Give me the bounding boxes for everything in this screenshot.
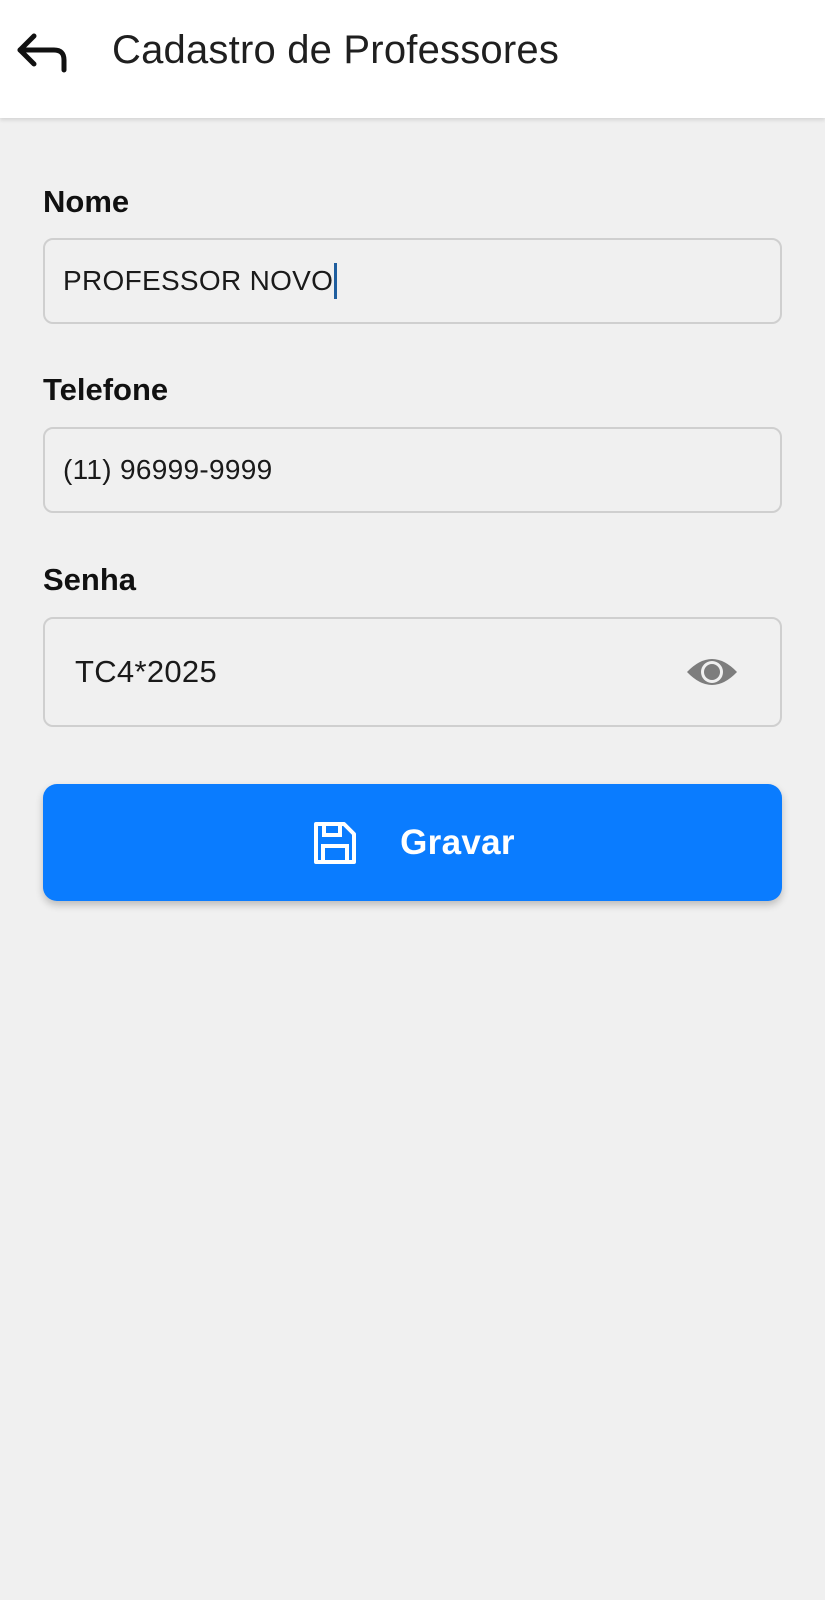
telefone-label: Telefone: [43, 372, 169, 407]
senha-field[interactable]: TC4*2025: [43, 617, 782, 727]
toggle-password-button[interactable]: [684, 652, 740, 692]
floppy-disk-icon: [310, 818, 360, 868]
senha-label: Senha: [43, 562, 137, 597]
save-button-label: Gravar: [400, 822, 515, 862]
telefone-field[interactable]: (11) 96999-9999: [43, 427, 782, 513]
back-button[interactable]: [10, 24, 74, 80]
senha-value: TC4*2025: [75, 654, 217, 689]
nome-value: PROFESSOR NOVO: [63, 265, 334, 296]
app-header: Cadastro de Professores: [0, 0, 825, 118]
nome-label: Nome: [43, 184, 130, 219]
telefone-value: (11) 96999-9999: [63, 454, 273, 485]
text-caret: [334, 263, 338, 299]
back-arrow-icon: [17, 33, 67, 73]
page-title: Cadastro de Professores: [112, 28, 560, 72]
nome-field[interactable]: PROFESSOR NOVO: [43, 238, 782, 324]
save-button[interactable]: Gravar: [43, 784, 782, 901]
eye-icon: [687, 659, 737, 685]
